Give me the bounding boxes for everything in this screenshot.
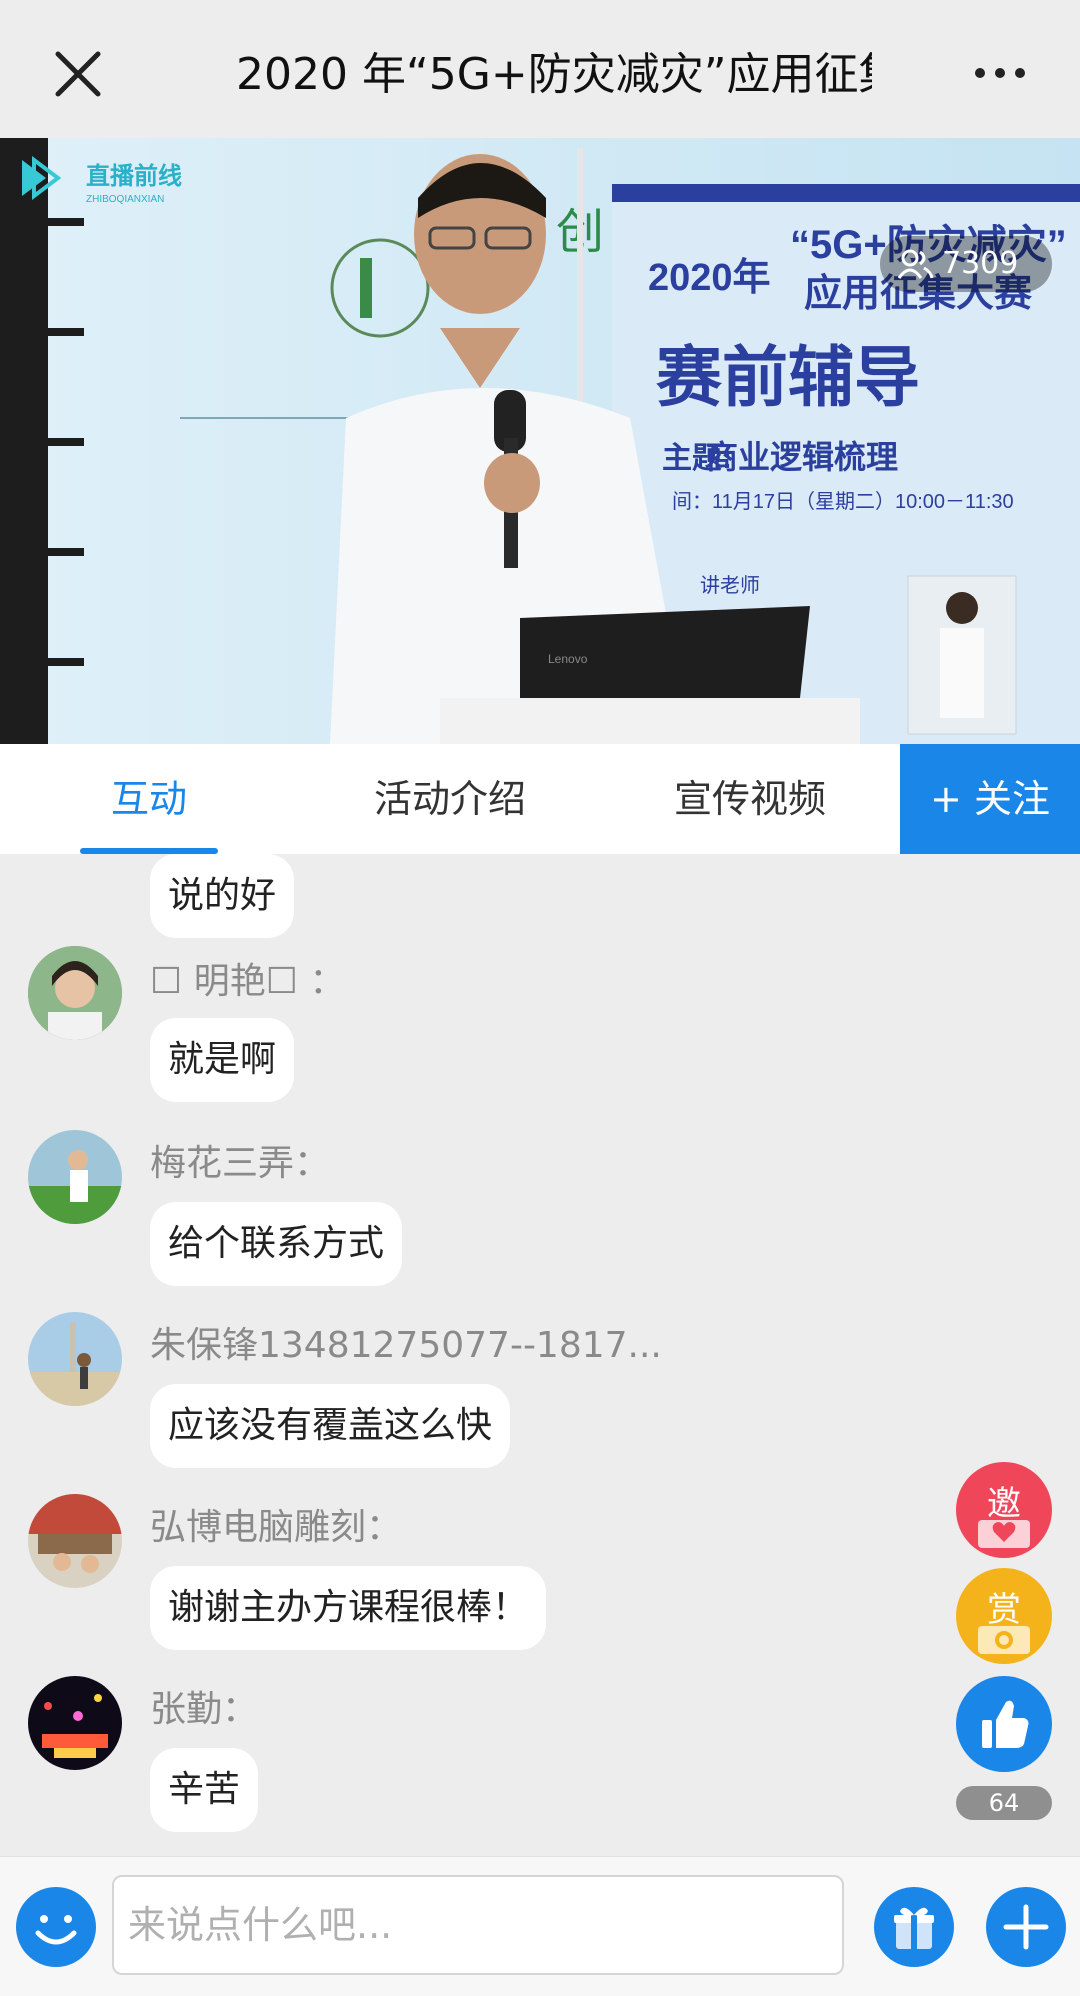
chat-message: 谢谢主办方课程很棒！ (150, 1566, 547, 1650)
tab-interaction[interactable]: 互动 (60, 744, 238, 854)
like-button[interactable] (956, 1676, 1052, 1772)
laptop-brand: Lenovo (548, 652, 588, 666)
chat-username: 张勤： (150, 1689, 259, 1730)
heart-envelope-icon (978, 1520, 1030, 1548)
coin-box-icon (978, 1626, 1030, 1654)
video-frame: 创 2020年 “5G+防灾减灾” 应用征集大赛 赛前辅导 主题: 商业逻辑梳理… (0, 138, 1080, 744)
viewer-count: 7309 (942, 246, 1019, 281)
chat-username: 朱保锋13481275077--1817... (150, 1325, 662, 1366)
poster-topic: 商业逻辑梳理 (706, 439, 898, 475)
tab-promo-video[interactable]: 宣传视频 (640, 744, 860, 854)
logo-sub: ZHIBOQIANXIAN (86, 194, 164, 205)
emoji-icon[interactable] (14, 1885, 98, 1969)
reward-button[interactable]: 赏 (956, 1568, 1052, 1664)
avatar[interactable] (28, 1312, 122, 1406)
poster-title: 赛前辅导 (656, 340, 920, 414)
chat-username: ☐ 明艳☐ ： (150, 961, 346, 1002)
poster-year: 2020年 (648, 257, 771, 299)
top-bar: 2020 年“5G+防灾减灾”应用征集大赛 (0, 0, 1080, 138)
chat-list[interactable]: 说的好 ☐ 明艳☐ ： 就是啊 梅花三弄： 给个联系方式 朱保锋13481275… (0, 854, 1080, 1854)
bottom-bar: 来说点什么吧... (0, 1856, 1080, 1996)
poster-time: 间：11月17日（星期二）10:00－11:30 (672, 490, 1014, 513)
chat-bubble-partial: 说的好 (150, 854, 295, 938)
chat-message: 应该没有覆盖这么快 (150, 1384, 511, 1468)
follow-button[interactable]: + 关注 (900, 744, 1080, 854)
chat-message: 给个联系方式 (150, 1202, 403, 1286)
gift-icon[interactable] (872, 1885, 956, 1969)
chat-message: 辛苦 (150, 1748, 259, 1832)
close-icon[interactable] (48, 44, 108, 104)
avatar[interactable] (28, 1676, 122, 1770)
viewer-count-badge: 7309 (880, 236, 1052, 292)
thumbs-up-icon (982, 1700, 1029, 1748)
add-icon[interactable] (984, 1885, 1068, 1969)
avatar[interactable] (28, 946, 122, 1040)
live-video-player[interactable]: 创 2020年 “5G+防灾减灾” 应用征集大赛 赛前辅导 主题: 商业逻辑梳理… (0, 138, 1080, 744)
logo-text: 直播前线 (86, 162, 182, 190)
like-count: 64 (956, 1786, 1052, 1820)
poster-teacher: 讲老师 (700, 574, 760, 597)
chat-message: 就是啊 (150, 1018, 295, 1102)
chat-username: 梅花三弄： (150, 1143, 331, 1184)
comment-input[interactable]: 来说点什么吧... (112, 1875, 844, 1975)
app-root: 2020 年“5G+防灾减灾”应用征集大赛 创 (0, 0, 1080, 1996)
more-icon[interactable] (970, 48, 1030, 98)
viewers-icon (898, 249, 934, 279)
avatar[interactable] (28, 1130, 122, 1224)
avatar[interactable] (28, 1494, 122, 1588)
tab-event-intro[interactable]: 活动介绍 (340, 744, 560, 854)
page-title: 2020 年“5G+防灾减灾”应用征集大赛 (236, 49, 872, 100)
chat-username: 弘博电脑雕刻： (150, 1507, 403, 1548)
invite-button[interactable]: 邀 (956, 1462, 1052, 1558)
